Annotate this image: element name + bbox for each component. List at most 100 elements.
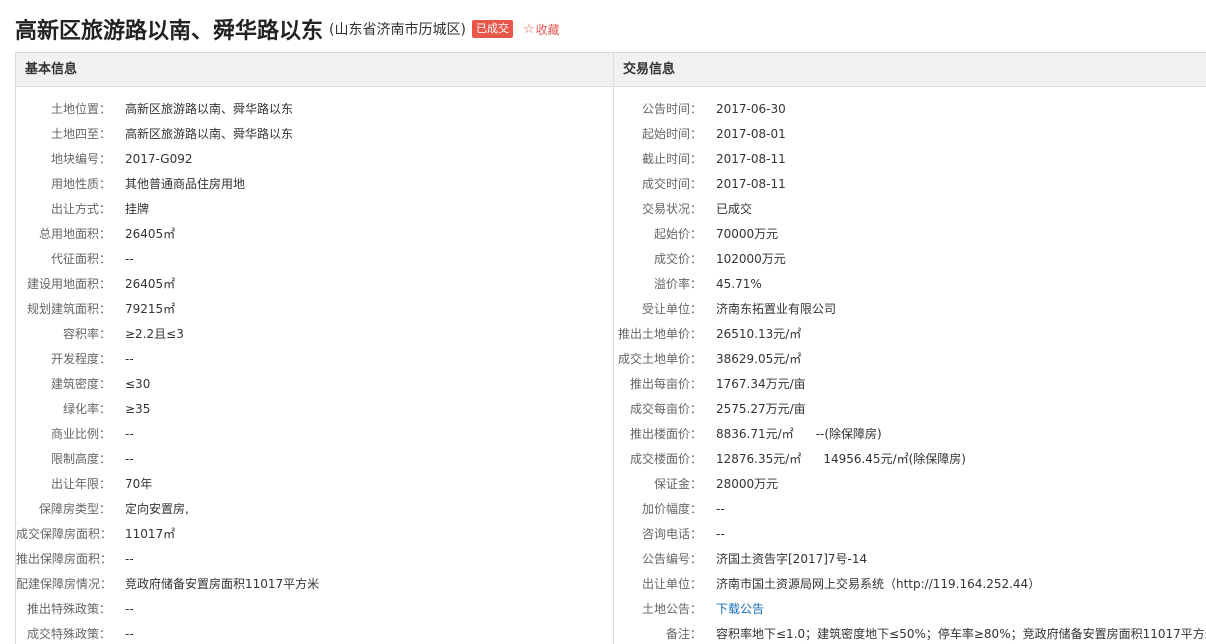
row-value: -- (125, 427, 134, 441)
row-value: 2575.27万元/亩 (716, 402, 806, 416)
row-label: 成交楼面价： (629, 452, 702, 466)
row-value-secondary: --(除保障房) (815, 427, 882, 441)
row-label: 土地公告： (641, 602, 702, 616)
detail-panel: 基本信息 交易信息 土地位置： 高新区旅游路以南、舜华路以东 土地四至： 高新区旅游… (15, 52, 1206, 644)
row-value: -- (125, 602, 134, 616)
row-label: 成交时间： (641, 177, 702, 191)
row-value: 70年 (125, 477, 153, 491)
row-value: 其他普通商品住房用地 (125, 177, 246, 191)
basic-row-land-location: 土地位置： 高新区旅游路以南、舜华路以东 (16, 97, 613, 122)
row-value: -- (125, 627, 134, 641)
basic-row-transfer-method: 出让方式： 挂牌 (16, 197, 613, 222)
basic-info-heading: 基本信息 (16, 53, 614, 87)
trade-info-heading: 交易信息 (614, 53, 1206, 87)
trade-row-bid-increment: 加价幅度： -- (614, 497, 1206, 522)
trade-row-deal-date: 成交时间： 2017-08-11 (614, 172, 1206, 197)
row-value: 2017-06-30 (716, 102, 786, 116)
row-label: 保证金： (653, 477, 702, 491)
basic-row-development-level: 开发程度： -- (16, 347, 613, 372)
row-value: 12876.35元/㎡ (716, 452, 802, 466)
page-title: 高新区旅游路以南、舜华路以东 (15, 19, 324, 44)
row-label: 推出土地单价： (617, 327, 702, 341)
basic-row-total-area: 总用地面积： 26405㎡ (16, 222, 613, 247)
row-value: -- (716, 527, 725, 541)
row-label: 商业比例： (50, 427, 111, 441)
trade-row-deal-floor-price: 成交楼面价： 12876.35元/㎡ 14956.45元/㎡(除保障房) (614, 447, 1206, 472)
row-label: 推出每亩价： (629, 377, 702, 391)
row-label: 公告时间： (641, 102, 702, 116)
basic-row-land-boundary: 土地四至： 高新区旅游路以南、舜华路以东 (16, 122, 613, 147)
row-value: -- (125, 452, 134, 466)
row-value: ≥35 (125, 402, 151, 416)
row-label: 起始价： (653, 227, 702, 241)
row-value: 79215㎡ (125, 302, 176, 316)
trade-row-offered-mu-price: 推出每亩价： 1767.34万元/亩 (614, 372, 1206, 397)
trade-row-seller: 出让单位： 济南市国土资源局网上交易系统（http://119.164.252.4… (614, 572, 1206, 597)
basic-row-commercial-ratio: 商业比例： -- (16, 422, 613, 447)
row-value: 45.71% (716, 277, 762, 291)
row-value: 102000万元 (716, 252, 786, 266)
row-value: 2017-G092 (125, 152, 193, 166)
trade-row-contact-phone: 咨询电话： -- (614, 522, 1206, 547)
row-value: -- (125, 352, 134, 366)
basic-row-construction-land-area: 建设用地面积： 26405㎡ (16, 272, 613, 297)
row-value: 38629.05元/㎡ (716, 352, 802, 366)
row-label: 推出保障房面积： (16, 552, 113, 566)
row-label: 加价幅度： (641, 502, 702, 516)
basic-row-green-rate: 绿化率： ≥35 (16, 397, 613, 422)
basic-row-planned-floor-area: 规划建筑面积： 79215㎡ (16, 297, 613, 322)
row-value: 70000万元 (716, 227, 779, 241)
row-label: 限制高度： (50, 452, 111, 466)
basic-row-height-limit: 限制高度： -- (16, 447, 613, 472)
row-label: 保障房类型： (38, 502, 111, 516)
row-value: 1767.34万元/亩 (716, 377, 806, 391)
row-value: 高新区旅游路以南、舜华路以东 (125, 102, 294, 116)
row-value: 定向安置房, (125, 502, 189, 516)
row-label: 出让年限： (50, 477, 111, 491)
row-label: 用地性质： (50, 177, 111, 191)
row-label: 推出楼面价： (629, 427, 702, 441)
row-value: 济南市国土资源局网上交易系统（http://119.164.252.44） (716, 577, 1041, 591)
row-label: 推出特殊政策： (26, 602, 111, 616)
row-label: 地块编号： (50, 152, 111, 166)
row-label: 咨询电话： (641, 527, 702, 541)
basic-row-affordable-details: 配建保障房情况： 竞政府储备安置房面积11017平方米 (16, 572, 613, 597)
row-label: 成交土地单价： (617, 352, 702, 366)
row-label: 土地位置： (50, 102, 111, 116)
row-value: ≤30 (125, 377, 151, 391)
basic-row-plot-ratio: 容积率： ≥2.2且≤3 (16, 322, 613, 347)
download-notice-link[interactable]: 下载公告 (716, 597, 764, 622)
row-label: 建筑密度： (50, 377, 111, 391)
row-label: 规划建筑面积： (26, 302, 111, 316)
trade-row-end-date: 截止时间： 2017-08-11 (614, 147, 1206, 172)
basic-row-offered-special-policy: 推出特殊政策： -- (16, 597, 613, 622)
location-text: (山东省济南市历城区) (329, 22, 466, 38)
basic-row-levy-area: 代征面积： -- (16, 247, 613, 272)
row-value: 28000万元 (716, 477, 779, 491)
favorite-label: 收藏 (535, 22, 560, 37)
row-value: 济国土资告字[2017]7号-14 (716, 552, 868, 566)
row-label: 截止时间： (641, 152, 702, 166)
row-value: -- (125, 552, 134, 566)
row-label: 成交特殊政策： (26, 627, 111, 641)
trade-row-buyer: 受让单位： 济南东拓置业有限公司 (614, 297, 1206, 322)
row-value: 2017-08-11 (716, 152, 786, 166)
row-label: 总用地面积： (38, 227, 111, 241)
trade-row-start-price: 起始价： 70000万元 (614, 222, 1206, 247)
trade-row-deal-unit-price: 成交土地单价： 38629.05元/㎡ (614, 347, 1206, 372)
row-label: 公告编号： (641, 552, 702, 566)
favorite-button[interactable]: ☆ 收藏 (523, 21, 560, 38)
row-label: 受让单位： (641, 302, 702, 316)
title-row: 高新区旅游路以南、舜华路以东 (山东省济南市历城区) 已成交 ☆ 收藏 (15, 12, 560, 46)
row-label: 开发程度： (50, 352, 111, 366)
row-value: 2017-08-01 (716, 127, 786, 141)
basic-row-parcel-number: 地块编号： 2017-G092 (16, 147, 613, 172)
row-value: 26405㎡ (125, 277, 176, 291)
trade-row-offered-floor-price: 推出楼面价： 8836.71元/㎡ --(除保障房) (614, 422, 1206, 447)
trade-info-section: 公告时间： 2017-06-30 起始时间： 2017-08-01 截止时间： 201… (614, 87, 1206, 644)
row-value: -- (716, 502, 725, 516)
row-label: 容积率： (62, 327, 111, 341)
basic-row-deal-affordable-area: 成交保障房面积： 11017㎡ (16, 522, 613, 547)
trade-row-status: 交易状况： 已成交 (614, 197, 1206, 222)
row-value: 济南东拓置业有限公司 (716, 302, 837, 316)
